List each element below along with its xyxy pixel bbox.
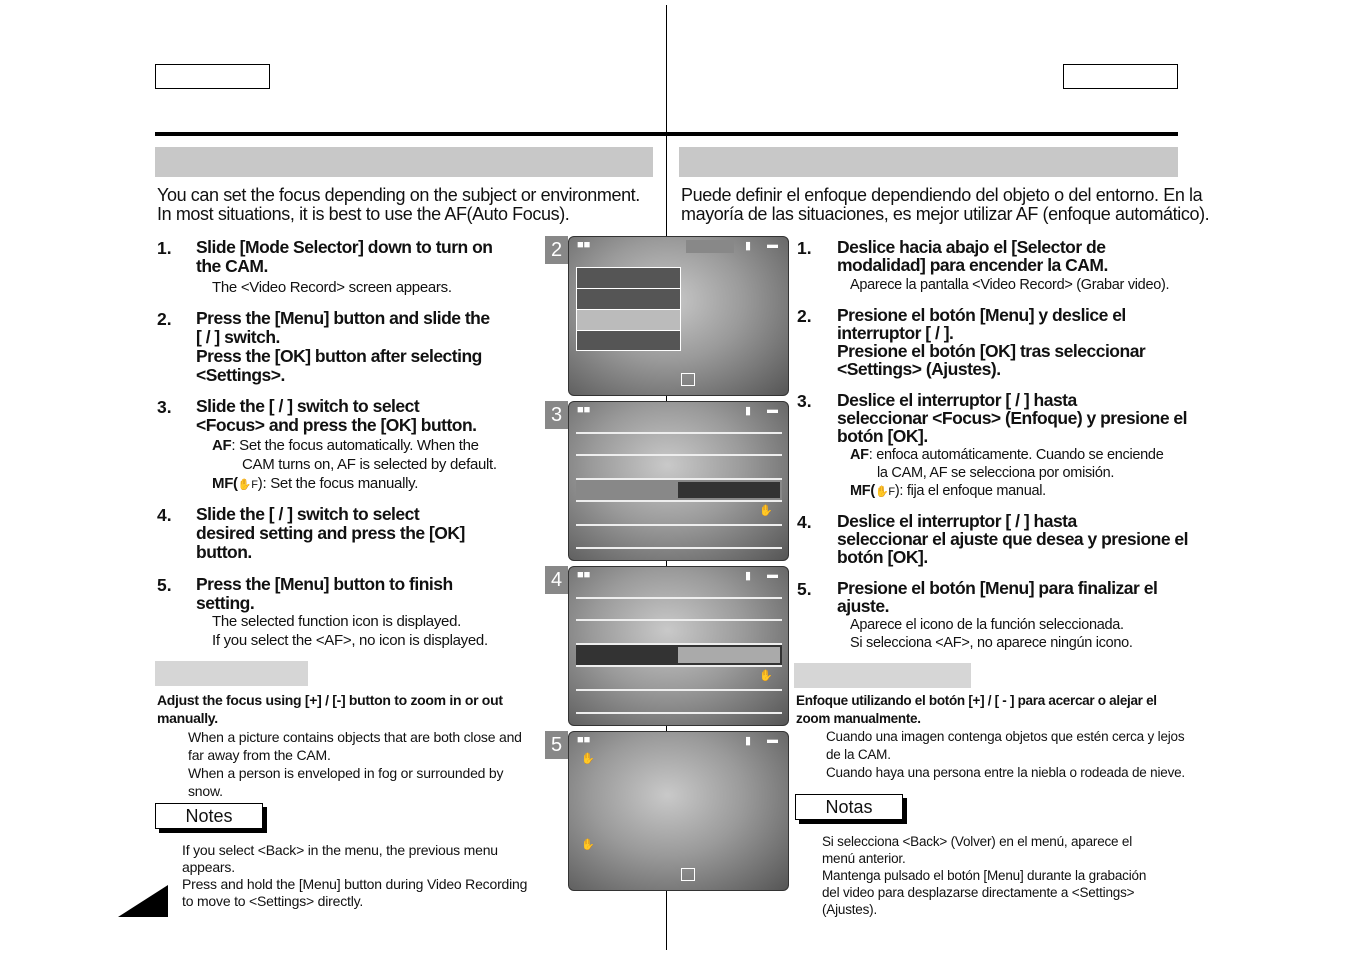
mf-items: When a picture contains objects that are…: [188, 729, 522, 799]
step-number: 1.: [797, 238, 812, 258]
step-text: Deslice el interruptor [ / ] hasta selec…: [837, 511, 1189, 567]
step-text: Presione el botón [Menu] para finalizar …: [837, 578, 1158, 616]
step-number: 2.: [157, 309, 172, 329]
title-bar-left: [155, 147, 653, 177]
af-text: : Set the focus automatically. When the: [231, 437, 479, 454]
top-rule: [155, 132, 1178, 136]
mf-icon-letter: F: [888, 486, 895, 498]
menu-title-bar: [686, 240, 734, 253]
lcd-screen-4: ■■ ▮ ▬ ✋: [568, 566, 789, 726]
subheading-bar: [155, 661, 308, 686]
step-number: 4.: [797, 512, 812, 532]
step-text: Press the [Menu] button and slide the [ …: [196, 308, 490, 385]
focus-frame: [681, 868, 695, 881]
menu-item[interactable]: [577, 289, 680, 310]
step-number: 3.: [157, 397, 172, 417]
af-text-2: la CAM, AF se selecciona por omisión.: [877, 465, 1115, 481]
mf-text: ): Set the focus manually.: [257, 475, 419, 492]
screen-number-tab: 3: [545, 401, 568, 429]
step-text: Deslice hacia abajo el [Selector de moda…: [837, 237, 1108, 275]
step-text: Press the [Menu] button to finish settin…: [196, 574, 453, 613]
menu-item[interactable]: [577, 268, 680, 289]
step-sub: The selected function icon is displayed.…: [212, 613, 488, 649]
af-text-2: CAM turns on, AF is selected by default.: [242, 456, 497, 473]
video-camera-icon: ■■: [577, 569, 591, 581]
screen-number-tab: 5: [545, 731, 568, 759]
battery-icon: ▬: [767, 404, 778, 416]
step-number: 5.: [157, 575, 172, 595]
quality-icon: ▮: [745, 735, 752, 747]
screen-number-tab: 2: [545, 236, 568, 264]
step-sub: The <Video Record> screen appears.: [212, 279, 452, 296]
section-label-box-right: [1063, 64, 1178, 89]
subheading-bar: [794, 663, 971, 688]
step-number: 2.: [797, 306, 812, 326]
step-number: 5.: [797, 579, 812, 599]
focus-frame: [681, 373, 695, 386]
step-number: 1.: [157, 238, 172, 258]
quality-icon: ▮: [745, 240, 752, 252]
step-number: 4.: [157, 505, 172, 525]
menu-item-selected[interactable]: [576, 478, 782, 502]
mf-text: ): fija el enfoque manual.: [894, 483, 1046, 499]
menu-item-selected[interactable]: [576, 643, 782, 667]
step-sub: Aparece el icono de la función seleccion…: [850, 617, 1133, 651]
step-text: Deslice el interruptor [ / ] hasta selec…: [837, 390, 1188, 446]
video-camera-icon: ■■: [577, 239, 591, 251]
menu-list: [576, 267, 681, 351]
step-text: Slide [Mode Selector] down to turn on th…: [196, 237, 493, 276]
step-text: Slide the [ / ] switch to select <Focus>…: [196, 396, 477, 435]
video-camera-icon: ■■: [577, 734, 591, 746]
lcd-screen-2: ■■ ▮ ▬: [568, 236, 789, 396]
menu-item-selected[interactable]: [577, 310, 680, 331]
screen-number-tab: 4: [545, 566, 568, 594]
quality-icon: ▮: [745, 570, 752, 582]
af-text: : enfoca automáticamente. Cuando se enci…: [868, 447, 1164, 463]
lcd-screen-5: ■■ ✋ ▮ ▬ ✋: [568, 731, 789, 891]
quality-icon: ▮: [745, 405, 752, 417]
page-corner-triangle: [118, 885, 168, 917]
notes-label: Notes: [155, 803, 263, 829]
manual-focus-hand-icon: ✋: [759, 670, 773, 682]
video-camera-icon: ■■: [577, 404, 591, 416]
step-text: Slide the [ / ] switch to select desired…: [196, 504, 465, 562]
battery-icon: ▬: [767, 734, 778, 746]
manual-focus-hand-icon: ✋: [581, 753, 595, 765]
intro-text: You can set the focus depending on the s…: [157, 185, 640, 224]
step-number: 3.: [797, 391, 812, 411]
manual-focus-icon: ✋F: [237, 479, 258, 491]
manual-focus-hand-icon: ✋: [581, 839, 595, 851]
lcd-screen-3: ■■ ▮ ▬ ✋: [568, 401, 789, 561]
mf-label: MF(: [212, 475, 238, 492]
af-label: AF: [850, 447, 869, 463]
mf-items: Cuando una imagen contenga objetos que e…: [826, 729, 1185, 780]
manual-page: You can set the focus depending on the s…: [0, 0, 1348, 954]
battery-icon: ▬: [767, 239, 778, 251]
menu-item[interactable]: [577, 331, 680, 350]
manual-focus-hand-icon: ✋: [759, 505, 773, 517]
step-text: Presione el botón [Menu] y deslice el in…: [837, 305, 1146, 379]
notes-text: Si selecciona <Back> (Volver) en el menú…: [822, 834, 1147, 917]
battery-icon: ▬: [767, 569, 778, 581]
notes-text: If you select <Back> in the menu, the pr…: [182, 842, 528, 909]
mf-icon-letter: F: [251, 479, 258, 491]
step-sub: Aparece la pantalla <Video Record> (Grab…: [850, 277, 1170, 293]
manual-focus-icon: ✋F: [874, 486, 895, 498]
intro-text: Puede definir el enfoque dependiendo del…: [681, 185, 1210, 224]
af-label: AF: [212, 437, 232, 454]
notes-label: Notas: [795, 794, 903, 820]
section-label-box-left: [155, 64, 270, 89]
mf-heading: Enfoque utilizando el botón [+] / [ - ] …: [796, 693, 1157, 726]
title-bar-right: [679, 147, 1178, 177]
mf-heading: Adjust the focus using [+] / [-] button …: [157, 692, 503, 726]
mf-label: MF(: [850, 483, 875, 499]
